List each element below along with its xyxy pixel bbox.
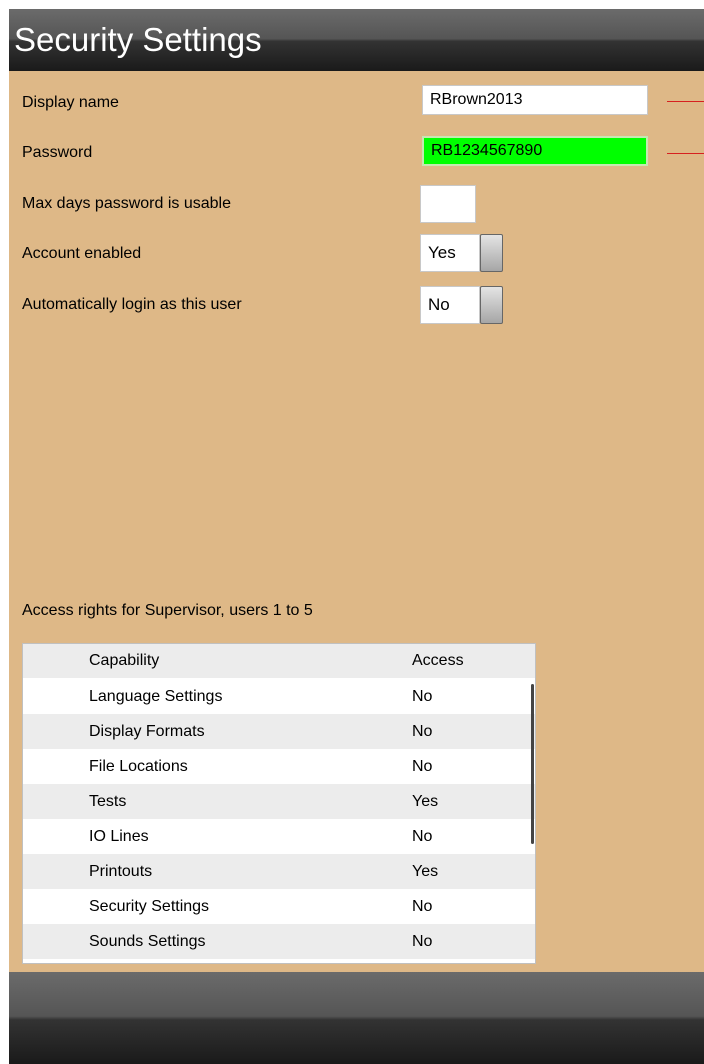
access-cell[interactable]: Yes	[412, 784, 438, 819]
column-header-capability[interactable]: Capability	[89, 644, 159, 677]
table-row[interactable]: File Locations No	[23, 749, 535, 784]
account-enabled-toggle[interactable]: Yes	[420, 234, 503, 272]
access-cell[interactable]: No	[412, 679, 432, 714]
capability-cell: IO Lines	[89, 828, 149, 845]
access-cell[interactable]: No	[412, 819, 432, 854]
display-name-label: Display name	[22, 94, 119, 111]
capability-cell: Tests	[89, 793, 127, 810]
access-cell[interactable]: No	[412, 714, 432, 749]
password-label: Password	[22, 144, 93, 161]
capability-cell: Display Formats	[89, 723, 205, 740]
capability-cell: File Locations	[89, 758, 188, 775]
access-cell[interactable]: No	[412, 749, 432, 784]
auto-login-toggle-knob[interactable]	[480, 286, 503, 324]
table-row[interactable]: Sounds Settings No	[23, 924, 535, 959]
footer-bar	[9, 972, 704, 1064]
max-days-label: Max days password is usable	[22, 195, 231, 212]
auto-login-label: Automatically login as this user	[22, 296, 242, 313]
display-name-field[interactable]: RBrown2013	[422, 85, 648, 115]
account-enabled-value: Yes	[420, 234, 480, 272]
capability-cell: Security Settings	[89, 898, 210, 915]
title-bar: Security Settings	[9, 9, 704, 71]
access-rights-caption: Access rights for Supervisor, users 1 to…	[22, 602, 313, 619]
table-row[interactable]: Printouts Yes	[23, 854, 535, 889]
max-days-field[interactable]	[420, 185, 476, 223]
table-row[interactable]: Tests Yes	[23, 784, 535, 819]
password-indicator-line	[667, 153, 704, 154]
table-row[interactable]: IO Lines No	[23, 819, 535, 854]
column-header-access[interactable]: Access	[412, 644, 464, 677]
account-enabled-toggle-knob[interactable]	[480, 234, 503, 272]
access-rights-table[interactable]: Capability Access Language Settings No D…	[22, 643, 536, 964]
page-title: Security Settings	[14, 21, 262, 58]
capability-cell: Sounds Settings	[89, 933, 206, 950]
access-cell[interactable]: No	[412, 924, 432, 959]
account-enabled-label: Account enabled	[22, 245, 142, 262]
table-row[interactable]: Display Formats No	[23, 714, 535, 749]
capability-cell: Printouts	[89, 863, 153, 880]
access-cell[interactable]: No	[412, 889, 432, 924]
table-row[interactable]: Language Settings No	[23, 679, 535, 714]
capability-cell: Language Settings	[89, 688, 223, 705]
display-name-indicator-line	[667, 101, 704, 102]
security-settings-window: Security Settings Display name RBrown201…	[9, 9, 704, 1064]
auto-login-value: No	[420, 286, 480, 324]
table-scrollbar[interactable]	[531, 684, 534, 844]
table-row[interactable]: Security Settings No	[23, 889, 535, 924]
table-header: Capability Access	[23, 644, 535, 678]
password-field[interactable]: RB1234567890	[422, 136, 648, 166]
auto-login-toggle[interactable]: No	[420, 286, 503, 324]
access-cell[interactable]: Yes	[412, 854, 438, 889]
